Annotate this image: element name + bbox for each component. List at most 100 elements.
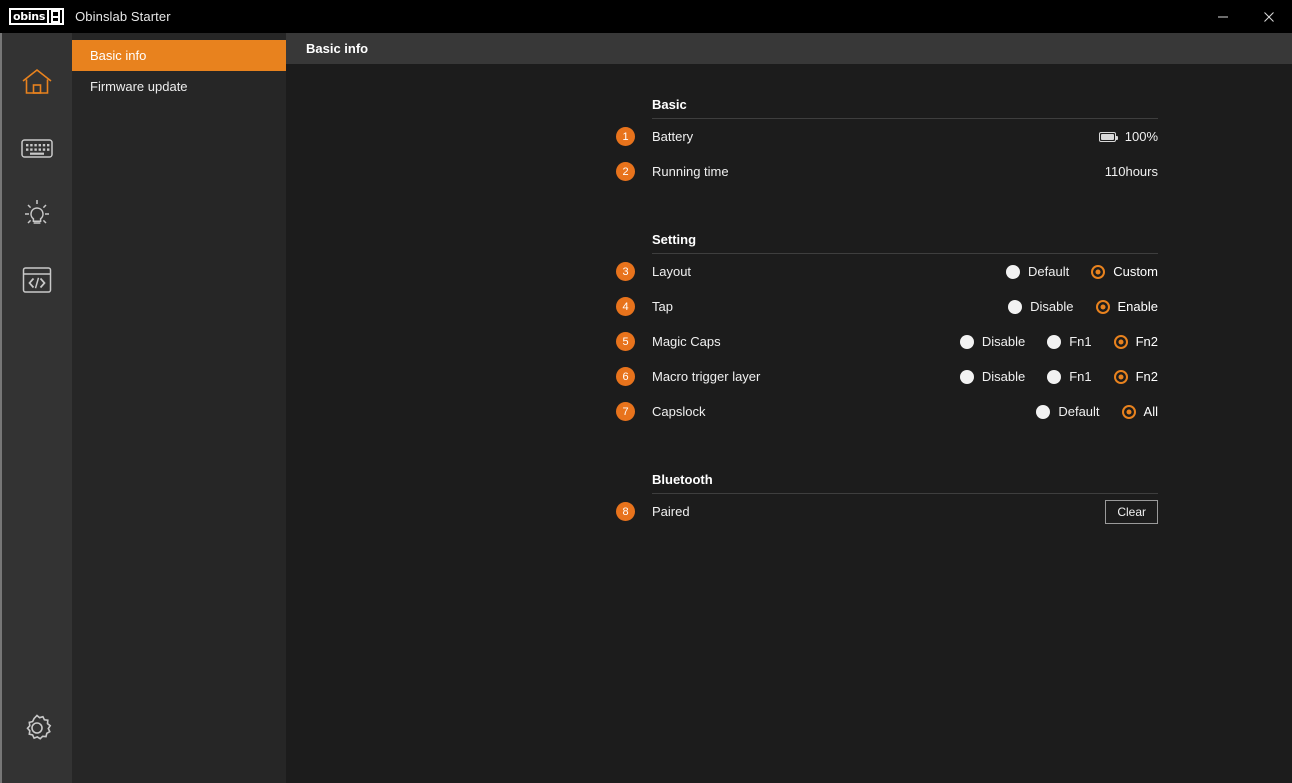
radio-macro-fn1[interactable]: Fn1 (1047, 369, 1092, 384)
application-window: obins Obinslab Starter Basic info Firmwa… (0, 0, 1292, 783)
radio-indicator (1095, 299, 1110, 314)
nav-item-firmware-update[interactable]: Firmware update (72, 71, 286, 102)
radio-magic-caps-fn1[interactable]: Fn1 (1047, 334, 1092, 349)
radio-group-tap: Disable Enable (1008, 299, 1158, 314)
radio-indicator (1113, 334, 1128, 349)
radio-indicator (1047, 334, 1062, 349)
row-number-badge: 1 (616, 127, 635, 146)
code-icon (22, 267, 52, 293)
radio-magic-caps-disable[interactable]: Disable (959, 334, 1026, 349)
row-layout: 3 Layout Default Custom (286, 254, 1240, 289)
keyboard-icon (21, 139, 53, 158)
row-controls: Clear (1105, 499, 1158, 524)
navigation-panel: Basic info Firmware update (72, 33, 286, 783)
radio-magic-caps-fn2[interactable]: Fn2 (1113, 334, 1158, 349)
minimize-button[interactable] (1200, 0, 1246, 33)
radio-label: Fn2 (1135, 369, 1158, 384)
radio-label: Default (1058, 404, 1100, 419)
gear-icon (26, 714, 52, 740)
row-controls: Disable Fn1 Fn2 (959, 334, 1158, 349)
row-number-badge: 2 (616, 162, 635, 181)
content-header: Basic info (286, 33, 1292, 64)
radio-group-magic-caps: Disable Fn1 Fn2 (959, 334, 1158, 349)
radio-label: Fn2 (1135, 334, 1158, 349)
section-title: Bluetooth (652, 472, 713, 487)
radio-indicator (1006, 264, 1020, 279)
radio-indicator (1036, 404, 1051, 419)
title-bar: obins Obinslab Starter (0, 0, 1292, 33)
radio-label: Custom (1113, 264, 1158, 279)
section-bluetooth: Bluetooth 8 Paired Clear (286, 453, 1240, 529)
row-magic-caps: 5 Magic Caps Disable Fn1 Fn2 (286, 324, 1240, 359)
radio-indicator (1091, 264, 1106, 279)
battery-icon (1098, 131, 1118, 142)
radio-tap-enable[interactable]: Enable (1095, 299, 1158, 314)
close-button[interactable] (1246, 0, 1292, 33)
rail-item-home[interactable] (1, 49, 73, 115)
radio-group-layout: Default Custom (1006, 264, 1158, 279)
row-label: Magic Caps (652, 334, 721, 349)
rail-item-lighting[interactable] (1, 181, 73, 247)
row-tap: 4 Tap Disable Enable (286, 289, 1240, 324)
radio-capslock-all[interactable]: All (1121, 404, 1158, 419)
lightbulb-icon (25, 200, 49, 224)
radio-capslock-default[interactable]: Default (1036, 404, 1100, 419)
row-capslock: 7 Capslock Default All (286, 394, 1240, 429)
logo-mark-icon (51, 10, 61, 23)
radio-macro-disable[interactable]: Disable (959, 369, 1026, 384)
radio-indicator (1121, 404, 1136, 419)
section-basic: Basic 1 Battery 100% 2 Running time 110h… (286, 78, 1240, 189)
radio-label: Disable (1030, 299, 1074, 314)
minimize-icon (1218, 16, 1228, 17)
rail-item-settings[interactable] (1, 695, 73, 761)
home-icon (22, 68, 52, 94)
radio-macro-fn2[interactable]: Fn2 (1113, 369, 1158, 384)
radio-label: Fn1 (1069, 369, 1092, 384)
nav-item-label: Basic info (90, 48, 147, 63)
row-label: Layout (652, 264, 692, 279)
radio-layout-default[interactable]: Default (1006, 264, 1069, 279)
clear-paired-button[interactable]: Clear (1105, 499, 1158, 524)
battery-percent: 100% (1124, 129, 1158, 144)
row-number-badge: 4 (616, 297, 635, 316)
radio-layout-custom[interactable]: Custom (1091, 264, 1158, 279)
battery-fill (1100, 133, 1114, 140)
section-title: Basic (652, 97, 687, 112)
radio-indicator (959, 369, 974, 384)
section-header: Setting (286, 213, 1240, 253)
radio-label: Disable (981, 334, 1026, 349)
section-header: Bluetooth (286, 453, 1240, 493)
content-panel: Basic info Basic 1 Battery 100% 2 Runnin… (286, 33, 1292, 783)
radio-label: Disable (981, 369, 1026, 384)
radio-tap-disable[interactable]: Disable (1008, 299, 1074, 314)
close-icon (1264, 11, 1274, 22)
section-setting: Setting 3 Layout Default Custom 4 Tap Di… (286, 213, 1240, 429)
nav-item-basic-info[interactable]: Basic info (72, 40, 286, 71)
running-time-value: 110hours (1104, 164, 1158, 179)
app-title: Obinslab Starter (75, 9, 171, 24)
row-macro-trigger-layer: 6 Macro trigger layer Disable Fn1 Fn2 (286, 359, 1240, 394)
page-title: Basic info (306, 41, 369, 56)
row-paired: 8 Paired Clear (286, 494, 1240, 529)
nav-item-label: Firmware update (90, 79, 188, 94)
battery-indicator: 100% (1098, 129, 1158, 144)
row-number-badge: 8 (616, 502, 635, 521)
row-label: Macro trigger layer (652, 369, 761, 384)
radio-label: Fn1 (1069, 334, 1092, 349)
section-header: Basic (286, 78, 1240, 118)
rail-item-keyboard[interactable] (1, 115, 73, 181)
row-battery: 1 Battery 100% (286, 119, 1240, 154)
window-controls (1200, 0, 1292, 33)
icon-rail (0, 33, 72, 783)
logo-text: obins (13, 10, 46, 23)
radio-group-macro-trigger-layer: Disable Fn1 Fn2 (959, 369, 1158, 384)
row-label: Capslock (652, 404, 706, 419)
window-body: Basic info Firmware update Basic info Ba… (0, 33, 1292, 783)
row-label: Running time (652, 164, 729, 179)
rail-item-macro[interactable] (1, 247, 73, 313)
row-value: 100% (1098, 129, 1158, 144)
radio-label: Default (1028, 264, 1070, 279)
row-controls: Default All (1036, 404, 1158, 419)
